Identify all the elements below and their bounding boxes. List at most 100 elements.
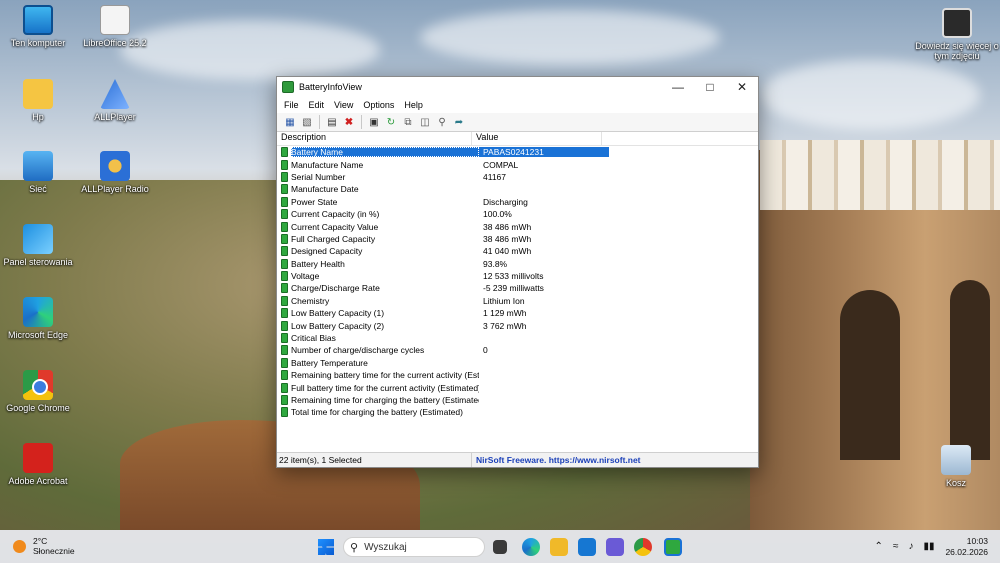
weather-widget[interactable]: 2°C Słonecznie: [13, 536, 75, 556]
row-description: Remaining battery time for the current a…: [291, 370, 479, 381]
wifi-icon[interactable]: ≈: [893, 541, 899, 552]
row-description: Critical Bias: [291, 333, 336, 344]
battery-icon: [281, 147, 288, 158]
mail-icon[interactable]: [578, 538, 596, 556]
row-description: Chemistry: [291, 295, 330, 306]
row-description: Power State: [291, 196, 338, 207]
table-row[interactable]: Designed Capacity 41 040 mWh: [277, 245, 758, 257]
nirsoft-link[interactable]: NirSoft Freeware. https://www.nirsoft.ne…: [472, 455, 641, 465]
batteryinfoview-window: BatteryInfoView — □ ✕ File Edit View Opt…: [276, 76, 759, 468]
table-row[interactable]: Number of charge/discharge cycles 0: [277, 344, 758, 356]
start-button[interactable]: [318, 539, 334, 555]
row-description: Manufacture Name: [291, 159, 364, 170]
batteryinfoview-taskbar-icon[interactable]: [664, 538, 682, 556]
table-row[interactable]: Current Capacity (in %) 100.0%: [277, 208, 758, 220]
desktop-icon-recycle-bin[interactable]: Kosz: [918, 445, 994, 488]
desktop-icon-edge[interactable]: Microsoft Edge: [0, 297, 76, 340]
weather-temperature: 2°C: [33, 536, 48, 546]
table-row[interactable]: Power State Discharging: [277, 196, 758, 208]
html-report-icon[interactable]: ◫: [418, 115, 432, 129]
chrome-taskbar-icon[interactable]: [634, 538, 652, 556]
table-row[interactable]: Charge/Discharge Rate -5 239 milliwatts: [277, 282, 758, 294]
edge-icon: [23, 297, 53, 327]
volume-icon[interactable]: ♪: [908, 541, 913, 552]
battery-icon: [281, 295, 288, 306]
menu-help[interactable]: Help: [399, 100, 428, 110]
table-row[interactable]: Voltage 12 533 millivolts: [277, 270, 758, 282]
properties-icon[interactable]: ▤: [325, 115, 339, 129]
sun-icon: [13, 539, 26, 553]
column-header-value[interactable]: Value: [472, 132, 602, 145]
row-value: 1 129 mWh: [483, 308, 527, 319]
close-button[interactable]: ✕: [726, 77, 758, 97]
minimize-button[interactable]: —: [662, 77, 694, 97]
row-value: 38 486 mWh: [483, 233, 532, 244]
table-row[interactable]: Manufacture Date: [277, 183, 758, 195]
copy-icon[interactable]: ⧉: [401, 115, 415, 129]
desktop-icon-this-pc[interactable]: Ten komputer: [0, 5, 76, 48]
desktop-icon-libreoffice[interactable]: LibreOffice 25.2: [77, 5, 153, 48]
clock[interactable]: 10:03 26.02.2026: [945, 536, 988, 558]
menu-view[interactable]: View: [329, 100, 358, 110]
battery-icon: [281, 271, 288, 282]
row-value: 0: [483, 345, 488, 356]
desktop-icon-allplayer[interactable]: ALLPlayer: [77, 79, 153, 122]
column-header-description[interactable]: Description: [277, 132, 472, 145]
refresh-icon[interactable]: ↻: [384, 115, 398, 129]
chevron-up-icon[interactable]: ⌃: [875, 541, 883, 552]
menu-file[interactable]: File: [279, 100, 304, 110]
table-row[interactable]: Battery Health 93.8%: [277, 258, 758, 270]
battery-icon: [281, 382, 288, 393]
row-value: 93.8%: [483, 258, 508, 269]
title-bar[interactable]: BatteryInfoView — □ ✕: [277, 77, 758, 97]
desktop-icon-allplayer-radio[interactable]: ALLPlayer Radio: [77, 151, 153, 194]
table-row[interactable]: Low Battery Capacity (1) 1 129 mWh: [277, 307, 758, 319]
desktop-icon-network[interactable]: Sieć: [0, 151, 76, 194]
maximize-button[interactable]: □: [694, 77, 726, 97]
exit-icon[interactable]: ➦: [452, 115, 466, 129]
table-row[interactable]: Total time for charging the battery (Est…: [277, 406, 758, 418]
table-row[interactable]: Battery Temperature: [277, 357, 758, 369]
menu-options[interactable]: Options: [358, 100, 399, 110]
toolbar-separator: [361, 115, 362, 129]
battery-list-icon[interactable]: ▧: [300, 115, 314, 129]
battery-icon: [281, 320, 288, 331]
table-row[interactable]: Remaining time for charging the battery …: [277, 394, 758, 406]
table-row[interactable]: Full Charged Capacity 38 486 mWh: [277, 233, 758, 245]
view-list-icon[interactable]: ▦: [283, 115, 297, 129]
row-value: 38 486 mWh: [483, 221, 532, 232]
table-row[interactable]: Chemistry Lithium Ion: [277, 295, 758, 307]
battery-icon: [281, 209, 288, 220]
desktop-icon-control-panel[interactable]: Panel sterowania: [0, 224, 76, 267]
table-row[interactable]: Serial Number 41167: [277, 171, 758, 183]
menu-edit[interactable]: Edit: [304, 100, 330, 110]
table-row[interactable]: Low Battery Capacity (2) 3 762 mWh: [277, 319, 758, 331]
battery-icon: [281, 159, 288, 170]
task-view-icon[interactable]: [493, 540, 507, 554]
save-icon[interactable]: ▣: [367, 115, 381, 129]
table-row[interactable]: Remaining battery time for the current a…: [277, 369, 758, 381]
row-description: Full Charged Capacity: [291, 233, 376, 244]
desktop-icon-chrome[interactable]: Google Chrome: [0, 370, 76, 413]
edge-taskbar-icon[interactable]: [522, 538, 540, 556]
table-row[interactable]: Critical Bias: [277, 332, 758, 344]
table-row[interactable]: Battery Name PABAS0241231: [277, 146, 758, 158]
table-row[interactable]: Current Capacity Value 38 486 mWh: [277, 220, 758, 232]
find-icon[interactable]: ⚲: [435, 115, 449, 129]
battery-icon: [281, 184, 288, 195]
clock-time: 10:03: [966, 535, 988, 546]
search-icon: ⚲: [350, 541, 359, 554]
battery-icon[interactable]: ▮▮: [923, 541, 934, 552]
row-value: Lithium Ion: [483, 295, 525, 306]
file-explorer-icon[interactable]: [550, 538, 568, 556]
table-row[interactable]: Full battery time for the current activi…: [277, 381, 758, 393]
row-value: 100.0%: [483, 209, 512, 220]
teams-icon[interactable]: [606, 538, 624, 556]
desktop-promo[interactable]: Dowiedz się więcej o tym zdjęciu: [915, 8, 999, 61]
battery-icon: [281, 233, 288, 244]
desktop-icon-acrobat[interactable]: Adobe Acrobat: [0, 443, 76, 486]
desktop-icon-hp[interactable]: Hp: [0, 79, 76, 122]
taskbar-search[interactable]: ⚲ Wyszukaj: [343, 537, 485, 557]
delete-icon[interactable]: ✖: [342, 115, 356, 129]
table-row[interactable]: Manufacture Name COMPAL: [277, 158, 758, 170]
